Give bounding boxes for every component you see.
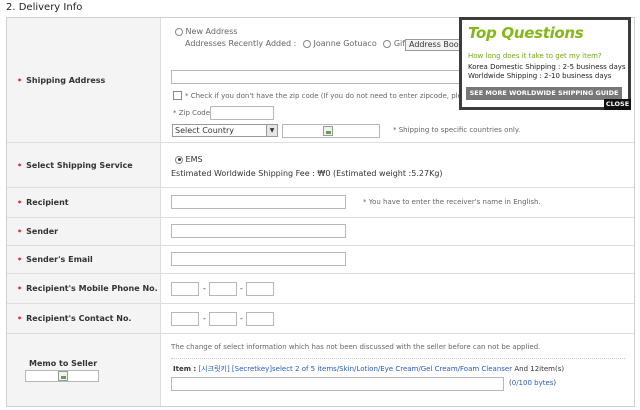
top-questions-popup: Top Questions How long does it take to g… bbox=[459, 17, 631, 110]
memo-input[interactable] bbox=[171, 377, 504, 391]
section-title: 2. Delivery Info bbox=[6, 2, 83, 13]
contact-label: Recipient's Contact No. bbox=[26, 314, 132, 323]
mobile-input-3[interactable] bbox=[246, 282, 274, 296]
broken-image-icon bbox=[323, 126, 333, 136]
required-dot: • bbox=[17, 284, 23, 293]
required-dot: • bbox=[17, 255, 23, 264]
zip-code-input[interactable] bbox=[210, 106, 274, 120]
no-zipcode-text: * Check if you don't have the zip code (… bbox=[185, 92, 470, 100]
country-select[interactable]: Select Country ▼ bbox=[172, 124, 278, 137]
broken-image bbox=[25, 370, 99, 382]
zip-code-label: * Zip Code bbox=[173, 109, 211, 117]
shipping-service-row: • Select Shipping Service EMS Estimated W… bbox=[7, 143, 634, 188]
recent-address-radio-2[interactable] bbox=[383, 39, 392, 48]
contact-row: • Recipient's Contact No. - - bbox=[7, 304, 634, 334]
sender-input[interactable] bbox=[171, 224, 346, 238]
chevron-down-icon: ▼ bbox=[266, 125, 277, 136]
contact-input-3[interactable] bbox=[246, 312, 274, 326]
item-label: Item : bbox=[173, 365, 197, 373]
shipping-fee-text: Estimated Worldwide Shipping Fee : ₩0 (E… bbox=[171, 169, 443, 178]
sender-label: Sender bbox=[26, 227, 59, 236]
mobile-row: • Recipient's Mobile Phone No. - - bbox=[7, 274, 634, 304]
recipient-row: • Recipient * You have to enter the recei… bbox=[7, 188, 634, 218]
mobile-input-1[interactable] bbox=[171, 282, 199, 296]
memo-notice: The change of select information which h… bbox=[171, 343, 541, 351]
sender-email-row: • Sender's Email bbox=[7, 246, 634, 274]
memo-label: Memo to Seller bbox=[29, 359, 98, 368]
broken-image-icon bbox=[58, 371, 68, 381]
popup-title: Top Questions bbox=[468, 24, 584, 42]
broken-image bbox=[282, 124, 380, 138]
address-line-input[interactable] bbox=[171, 70, 461, 84]
recent-address-radio-1[interactable] bbox=[302, 39, 311, 48]
new-address-label: New Address bbox=[185, 27, 238, 36]
shipping-address-label: Shipping Address bbox=[26, 76, 106, 85]
recipient-label: Recipient bbox=[26, 198, 69, 207]
country-hint: * Shipping to specific countries only. bbox=[393, 126, 521, 134]
ems-label: EMS bbox=[185, 155, 203, 164]
contact-input-2[interactable] bbox=[209, 312, 237, 326]
new-address-radio[interactable] bbox=[175, 27, 183, 36]
sender-row: • Sender bbox=[7, 218, 634, 246]
no-zipcode-checkbox[interactable] bbox=[173, 91, 182, 100]
sender-email-label: Sender's Email bbox=[26, 255, 93, 264]
required-dot: • bbox=[17, 76, 23, 85]
country-select-value: Select Country bbox=[175, 126, 235, 135]
recent-address-1: Joanne Gotuaco bbox=[313, 39, 377, 48]
memo-row: Memo to Seller The change of select info… bbox=[7, 334, 634, 406]
recent-addresses-label: Addresses Recently Added : bbox=[185, 39, 297, 48]
required-dot: • bbox=[17, 227, 23, 236]
sender-email-input[interactable] bbox=[171, 252, 346, 266]
item-link[interactable]: [시크릿키] [Secretkey]select 2 of 5 items/Sk… bbox=[198, 365, 512, 373]
contact-input-1[interactable] bbox=[171, 312, 199, 326]
byte-counter: 0/100 bytes bbox=[511, 379, 554, 387]
see-more-shipping-guide-button[interactable]: SEE MORE WORLDWIDE SHIPPING GUIDE bbox=[466, 87, 622, 100]
required-dot: • bbox=[17, 314, 23, 323]
required-dot: • bbox=[17, 198, 23, 207]
ems-radio[interactable] bbox=[175, 155, 183, 164]
close-button[interactable]: CLOSE bbox=[604, 99, 631, 110]
mobile-input-2[interactable] bbox=[209, 282, 237, 296]
required-dot: • bbox=[17, 161, 23, 170]
recipient-input[interactable] bbox=[171, 195, 346, 209]
item-count: And 12item(s) bbox=[514, 365, 565, 373]
popup-line-domestic: Korea Domestic Shipping : 2-5 business d… bbox=[468, 63, 626, 71]
shipping-service-label: Select Shipping Service bbox=[26, 161, 133, 170]
popup-question[interactable]: How long does it take to get my item? bbox=[468, 52, 602, 60]
recipient-hint: * You have to enter the receiver's name … bbox=[363, 198, 541, 206]
popup-line-worldwide: Worldwide Shipping : 2-10 business days bbox=[468, 72, 612, 80]
mobile-label: Recipient's Mobile Phone No. bbox=[26, 284, 158, 293]
